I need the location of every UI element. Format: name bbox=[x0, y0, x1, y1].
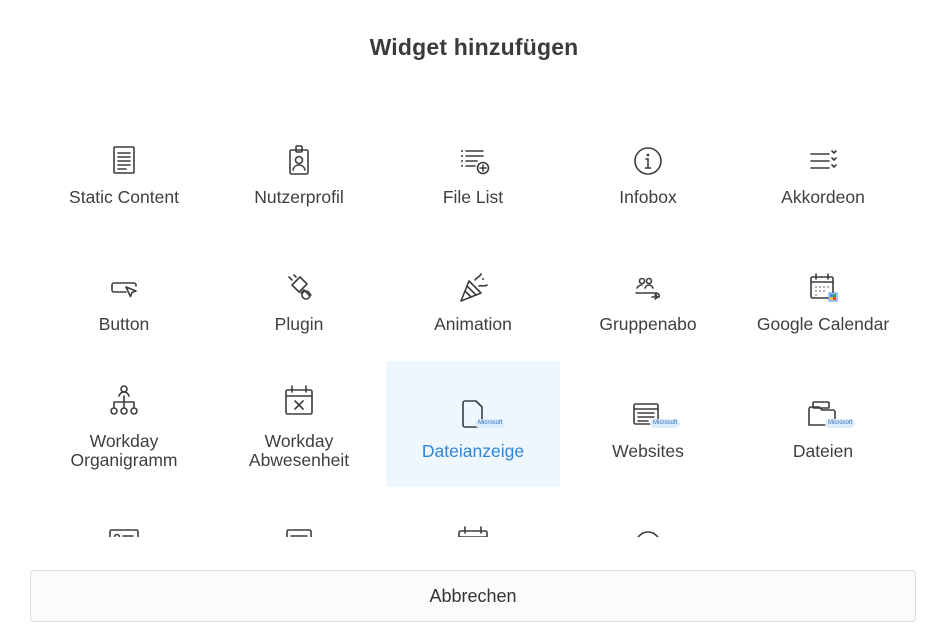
widget-akkordeon[interactable]: Akkordeon bbox=[736, 107, 910, 233]
widget-nutzerprofil[interactable]: Nutzerprofil bbox=[212, 107, 386, 233]
widget-google-calendar[interactable]: Google Calendar bbox=[736, 234, 910, 360]
widget-label: Animation bbox=[434, 314, 512, 334]
widget-message[interactable] bbox=[212, 488, 386, 537]
calendar-x-icon bbox=[279, 381, 319, 421]
id-badge-icon bbox=[279, 141, 319, 181]
more-icon bbox=[803, 522, 843, 537]
widget-label: Button bbox=[98, 314, 150, 334]
widget-group-circle[interactable] bbox=[561, 488, 735, 537]
widget-more[interactable] bbox=[736, 488, 910, 537]
widget-label-line2: Organigramm bbox=[70, 450, 178, 470]
widget-gruppenabo[interactable]: Gruppenabo bbox=[561, 234, 735, 360]
widget-plugin[interactable]: Plugin bbox=[212, 234, 386, 360]
widget-grid: Static Content Nutzerprofil File List In… bbox=[37, 107, 911, 537]
file-icon: Microsoft bbox=[453, 395, 506, 435]
org-chart-icon bbox=[104, 381, 144, 421]
widget-label: Static Content bbox=[69, 187, 179, 207]
cancel-button[interactable]: Abbrechen bbox=[30, 570, 916, 622]
widget-button[interactable]: Button bbox=[37, 234, 211, 360]
microsoft-badge: Microsoft bbox=[475, 419, 506, 428]
widget-label: File List bbox=[442, 187, 504, 207]
widget-dateien[interactable]: Microsoft Dateien bbox=[736, 361, 910, 487]
list-add-icon bbox=[453, 141, 493, 181]
widget-label: Plugin bbox=[274, 314, 324, 334]
widget-label: Infobox bbox=[619, 187, 677, 207]
widget-label: Nutzerprofil bbox=[254, 187, 344, 207]
accordion-icon bbox=[803, 141, 843, 181]
widget-label: Gruppenabo bbox=[599, 314, 697, 334]
widget-workday-abwesenheit[interactable]: Workday Abwesenheit bbox=[212, 361, 386, 487]
dialog-title: Widget hinzufügen bbox=[369, 34, 579, 60]
contact-card-icon bbox=[104, 522, 144, 537]
document-icon bbox=[104, 141, 144, 181]
message-icon bbox=[279, 522, 319, 537]
microsoft-badge: Microsoft bbox=[650, 419, 681, 428]
google-calendar-icon bbox=[803, 268, 843, 308]
calendar-icon bbox=[453, 522, 493, 537]
widget-infobox[interactable]: Infobox bbox=[561, 107, 735, 233]
group-circle-icon bbox=[628, 522, 668, 537]
widget-workday-organigramm[interactable]: Workday Organigramm bbox=[37, 361, 211, 487]
widget-label-line2: Abwesenheit bbox=[248, 450, 350, 470]
widget-label-line1: Workday bbox=[264, 431, 334, 451]
plug-icon bbox=[279, 268, 319, 308]
widget-animation[interactable]: Animation bbox=[386, 234, 560, 360]
widget-calendar[interactable] bbox=[386, 488, 560, 537]
widget-label: Akkordeon bbox=[781, 187, 865, 207]
widget-contact-card[interactable] bbox=[37, 488, 211, 537]
widget-label-line1: Workday bbox=[89, 431, 159, 451]
button-cursor-icon bbox=[104, 268, 144, 308]
group-subscription-icon bbox=[628, 268, 668, 308]
widget-label: Dateianzeige bbox=[421, 441, 525, 461]
widget-file-list[interactable]: File List bbox=[386, 107, 560, 233]
widget-label: Websites bbox=[612, 441, 684, 461]
widget-websites[interactable]: Microsoft Websites bbox=[561, 361, 735, 487]
widget-dateianzeige[interactable]: Microsoft Dateianzeige bbox=[386, 361, 560, 487]
microsoft-badge: Microsoft bbox=[825, 419, 856, 428]
party-popper-icon bbox=[453, 268, 493, 308]
widget-label: Google Calendar bbox=[756, 314, 890, 334]
folder-icon: Microsoft bbox=[803, 395, 856, 435]
widget-static-content[interactable]: Static Content bbox=[37, 107, 211, 233]
info-icon bbox=[628, 141, 668, 181]
website-icon: Microsoft bbox=[628, 395, 681, 435]
widget-label: Dateien bbox=[792, 441, 854, 461]
